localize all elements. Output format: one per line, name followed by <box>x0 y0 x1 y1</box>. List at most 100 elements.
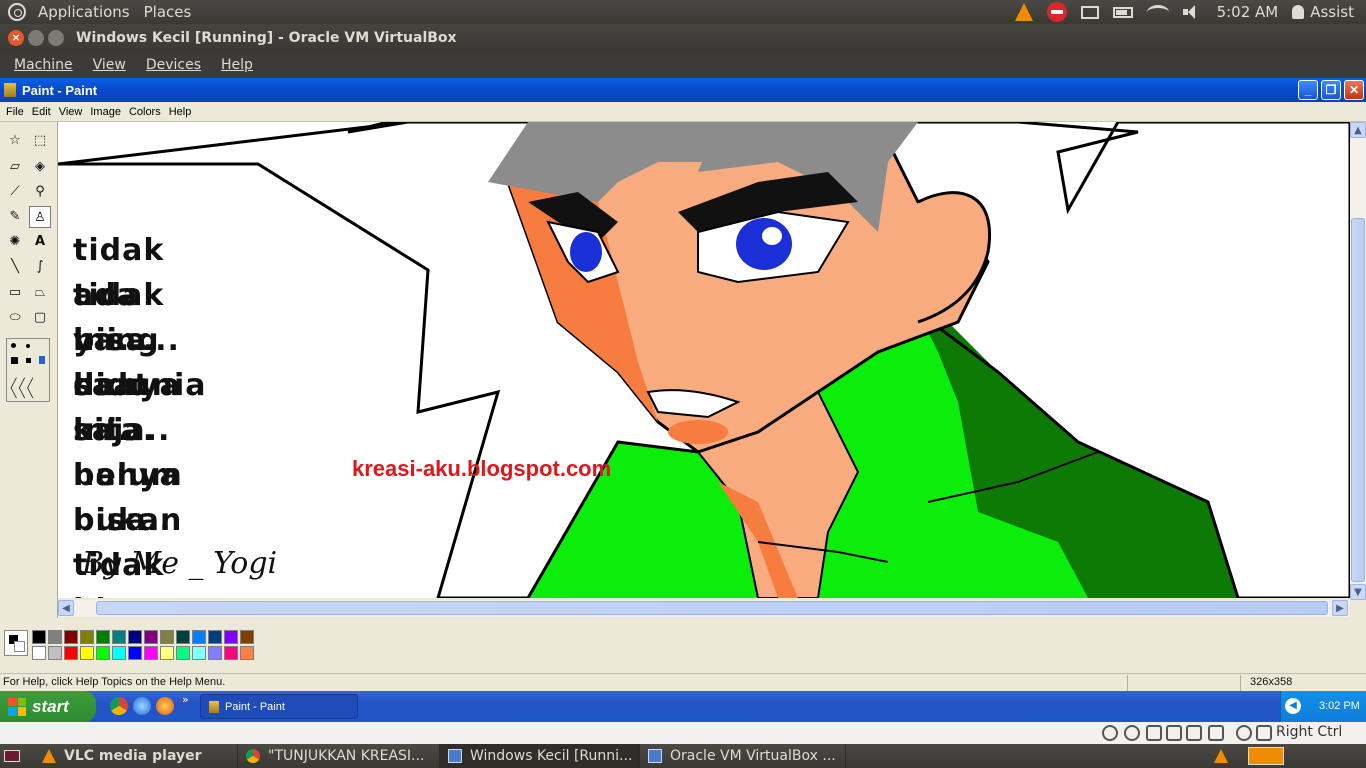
wifi-icon[interactable] <box>1146 4 1169 20</box>
minimize-icon[interactable] <box>28 30 44 46</box>
vlc-tray-icon[interactable] <box>1014 3 1033 21</box>
palette-swatch[interactable] <box>128 630 142 644</box>
current-colors[interactable] <box>4 630 28 656</box>
palette-swatch[interactable] <box>112 646 126 660</box>
bottom-task-vlc[interactable]: VLC media player <box>34 744 238 768</box>
palette-swatch[interactable] <box>208 646 222 660</box>
update-notifier-icon[interactable] <box>1046 2 1067 22</box>
taskbar-item-paint[interactable]: Paint - Paint <box>200 694 358 719</box>
palette-swatch[interactable] <box>176 646 190 660</box>
text-icon[interactable]: A <box>29 231 51 253</box>
scroll-right-icon[interactable]: ▶ <box>1332 600 1348 616</box>
menu-help[interactable]: Help <box>221 57 253 73</box>
magnifier-icon[interactable]: ⚲ <box>29 181 51 203</box>
usb-icon[interactable] <box>1146 725 1162 741</box>
drawing-canvas[interactable]: tidak ada yang tidak bisa didunia ini...… <box>58 122 1350 598</box>
quicklaunch-more-icon[interactable]: » <box>182 693 189 706</box>
minimize-icon[interactable]: _ <box>1298 80 1318 100</box>
user-menu[interactable]: Assist <box>1292 3 1354 21</box>
capture-icon[interactable] <box>1236 725 1252 741</box>
rounded-rect-icon[interactable]: ▢ <box>29 307 51 329</box>
vertical-scroll-thumb[interactable] <box>1351 218 1365 582</box>
places-menu[interactable]: Places <box>142 3 194 21</box>
applications-menu[interactable]: Applications <box>36 3 132 21</box>
palette-swatch[interactable] <box>80 630 94 644</box>
palette-swatch[interactable] <box>192 646 206 660</box>
horizontal-scrollbar[interactable]: ◀ ▶ <box>58 600 1350 617</box>
horizontal-scroll-thumb[interactable] <box>96 601 1328 615</box>
close-icon[interactable]: × <box>8 30 24 46</box>
mouse-integration-icon[interactable] <box>1256 725 1272 741</box>
network-icon[interactable] <box>1166 725 1182 741</box>
menu-machine[interactable]: Machine <box>14 57 73 73</box>
airbrush-icon[interactable]: ✺ <box>4 231 26 253</box>
color-picker-icon[interactable]: ⟋ <box>4 181 26 203</box>
palette-swatch[interactable] <box>64 646 78 660</box>
palette-swatch[interactable] <box>48 630 62 644</box>
chrome-icon[interactable] <box>110 697 128 715</box>
palette-swatch[interactable] <box>144 646 158 660</box>
palette-swatch[interactable] <box>96 646 110 660</box>
rect-select-icon[interactable]: ⬚ <box>29 130 51 152</box>
palette-swatch[interactable] <box>32 630 46 644</box>
palette-swatch[interactable] <box>48 646 62 660</box>
internet-explorer-icon[interactable] <box>133 697 151 715</box>
palette-swatch[interactable] <box>32 646 46 660</box>
line-icon[interactable]: ╲ <box>4 256 26 278</box>
optical-drive-icon[interactable] <box>1124 725 1140 741</box>
brush-icon[interactable]: ♙ <box>29 206 51 228</box>
vertical-scrollbar[interactable]: ▲ ▼ <box>1350 122 1366 600</box>
palette-swatch[interactable] <box>176 630 190 644</box>
pencil-icon[interactable]: ✎ <box>4 206 26 228</box>
bottom-task-vbox-manager[interactable]: Oracle VM VirtualBox ... <box>640 744 846 768</box>
tray-expand-icon[interactable]: ◀ <box>1285 698 1301 714</box>
hard-disk-icon[interactable] <box>1102 725 1118 741</box>
battery-icon[interactable] <box>1112 6 1133 18</box>
palette-swatch[interactable] <box>160 630 174 644</box>
eraser-icon[interactable]: ▱ <box>4 156 26 178</box>
volume-icon[interactable] <box>1182 5 1203 19</box>
palette-swatch[interactable] <box>128 646 142 660</box>
workspace-switcher-icon[interactable] <box>1248 747 1284 765</box>
polygon-icon[interactable]: ⏢ <box>29 282 51 304</box>
tool-options[interactable]: ╱ ╱ ╱ ╲ ╲ ╲ <box>6 338 50 402</box>
scroll-down-icon[interactable]: ▼ <box>1350 584 1366 600</box>
start-button[interactable]: start <box>0 691 96 722</box>
scroll-left-icon[interactable]: ◀ <box>58 600 74 616</box>
palette-swatch[interactable] <box>240 630 254 644</box>
palette-swatch[interactable] <box>240 646 254 660</box>
palette-swatch[interactable] <box>192 630 206 644</box>
menu-view[interactable]: View <box>93 57 126 73</box>
menu-colors[interactable]: Colors <box>129 106 161 118</box>
close-icon[interactable]: ✕ <box>1344 80 1364 100</box>
mail-icon[interactable] <box>1080 5 1099 19</box>
palette-swatch[interactable] <box>208 630 222 644</box>
ellipse-icon[interactable]: ⬭ <box>4 307 26 329</box>
scroll-up-icon[interactable]: ▲ <box>1350 122 1366 138</box>
palette-swatch[interactable] <box>224 646 238 660</box>
palette-swatch[interactable] <box>224 630 238 644</box>
shared-folders-icon[interactable] <box>1186 725 1202 741</box>
palette-swatch[interactable] <box>112 630 126 644</box>
restore-icon[interactable]: ❐ <box>1321 80 1341 100</box>
menu-image[interactable]: Image <box>90 106 121 118</box>
firefox-icon[interactable] <box>156 697 174 715</box>
bottom-task-chrome[interactable]: "TUNJUKKAN KREASI... <box>238 744 440 768</box>
xp-clock[interactable]: 3:02 PM <box>1319 700 1360 712</box>
palette-swatch[interactable] <box>80 646 94 660</box>
show-desktop-icon[interactable] <box>4 750 20 762</box>
bottom-task-vbox-vm[interactable]: Windows Kecil [Runni... <box>440 744 640 768</box>
clock[interactable]: 5:02 AM <box>1217 3 1279 21</box>
palette-swatch[interactable] <box>160 646 174 660</box>
fill-icon[interactable]: ◈ <box>29 156 51 178</box>
palette-swatch[interactable] <box>64 630 78 644</box>
curve-icon[interactable]: ∫ <box>29 256 51 278</box>
menu-file[interactable]: File <box>6 106 24 118</box>
palette-swatch[interactable] <box>96 630 110 644</box>
menu-help[interactable]: Help <box>169 106 192 118</box>
menu-edit[interactable]: Edit <box>32 106 51 118</box>
free-select-icon[interactable]: ☆ <box>4 130 26 152</box>
virtualization-icon[interactable] <box>1208 725 1224 741</box>
palette-swatch[interactable] <box>144 630 158 644</box>
maximize-icon[interactable] <box>48 30 64 46</box>
